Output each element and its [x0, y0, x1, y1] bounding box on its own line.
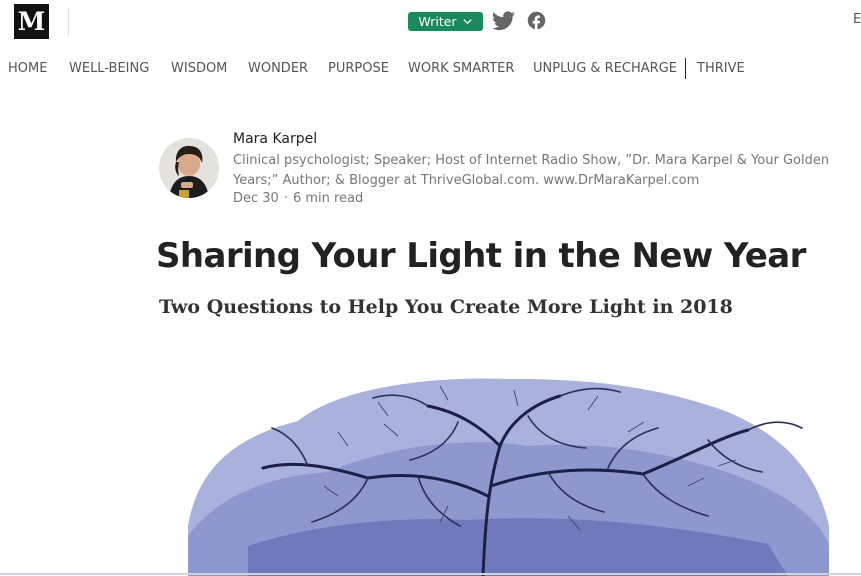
article-subtitle: Two Questions to Help You Create More Li… [159, 296, 733, 318]
chevron-down-icon [462, 19, 472, 25]
nav-item-unplug-recharge[interactable]: UNPLUG & RECHARGE [533, 61, 677, 76]
writer-button-label: Writer [418, 14, 457, 29]
truncated-header-text: E [853, 12, 861, 27]
nav-item-wonder[interactable]: WONDER [248, 61, 308, 76]
author-avatar[interactable] [159, 138, 219, 198]
post-date[interactable]: Dec 30 [233, 191, 279, 206]
twitter-icon[interactable] [492, 11, 515, 31]
nav-item-purpose[interactable]: PURPOSE [328, 61, 389, 76]
category-nav: HOME WELL-BEING WISDOM WONDER PURPOSE WO… [0, 58, 861, 80]
bottom-rule [0, 573, 861, 575]
nav-item-wisdom[interactable]: WISDOM [171, 61, 227, 76]
author-photo [159, 138, 219, 198]
medium-logo[interactable]: M [14, 4, 49, 39]
nav-item-thrive[interactable]: THRIVE [697, 61, 745, 76]
header-divider [68, 8, 69, 35]
nav-divider [685, 58, 686, 79]
snowy-tree-illustration [188, 376, 829, 576]
meta-separator: · [283, 191, 288, 206]
nav-item-home[interactable]: HOME [8, 61, 47, 76]
article-title: Sharing Your Light in the New Year [156, 236, 806, 276]
hero-image [188, 376, 829, 576]
writer-dropdown-button[interactable]: Writer [408, 12, 483, 31]
nav-item-well-being[interactable]: WELL-BEING [69, 61, 149, 76]
nav-item-work-smarter[interactable]: WORK SMARTER [408, 61, 514, 76]
facebook-icon[interactable] [527, 11, 546, 30]
author-name[interactable]: Mara Karpel [233, 131, 317, 147]
post-meta: Dec 30 · 6 min read [233, 191, 363, 206]
author-bio: Clinical psychologist; Speaker; Host of … [233, 153, 830, 188]
read-time: 6 min read [292, 191, 364, 206]
